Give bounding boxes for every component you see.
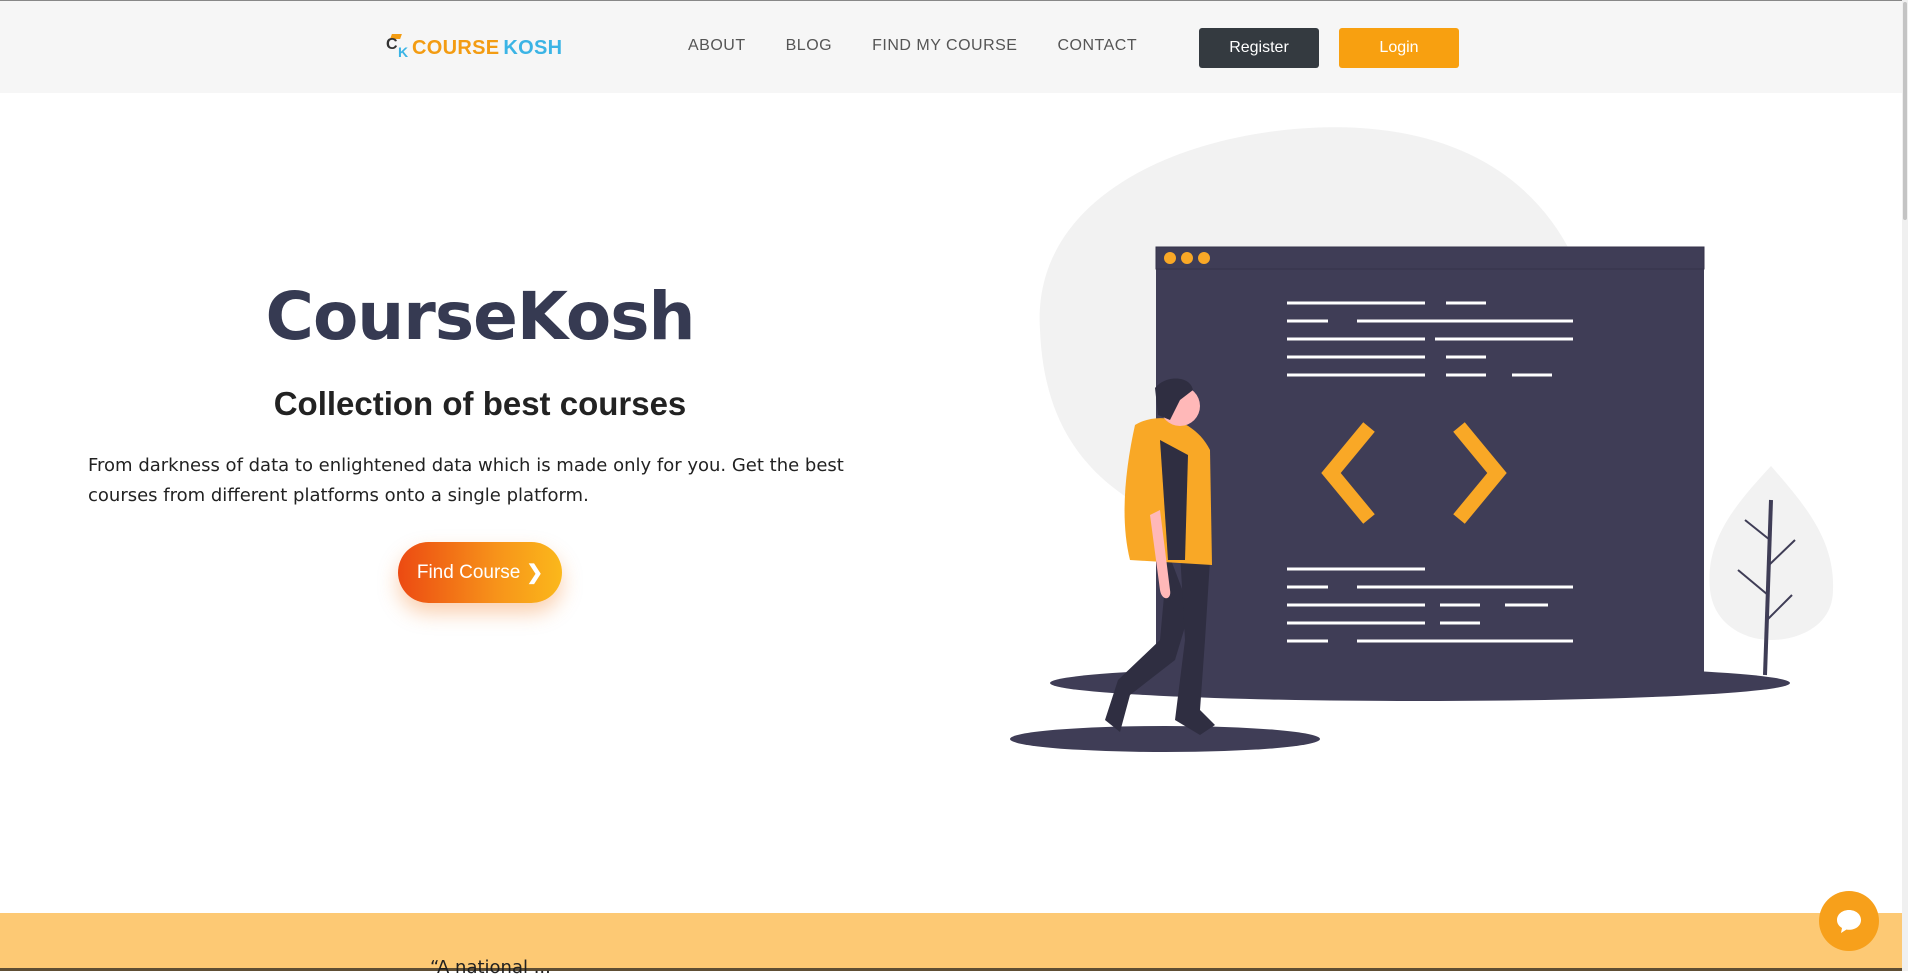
nav-about[interactable]: ABOUT (688, 37, 746, 55)
tree-shape (1709, 466, 1834, 676)
login-button[interactable]: Login (1339, 28, 1459, 68)
nav-find-my-course[interactable]: FIND MY COURSE (872, 37, 1017, 55)
nav-contact[interactable]: CONTACT (1057, 37, 1137, 55)
logo-mark-k: K (398, 44, 409, 60)
hero-description: From darkness of data to enlightened dat… (88, 455, 844, 506)
hero-illustration (1010, 127, 1834, 752)
quote-banner: “A national ... (0, 913, 1908, 978)
page-scrollbar-thumb[interactable] (1903, 2, 1907, 220)
logo-mark-icon: C K (386, 34, 412, 62)
logo-wordmark: COURSE KOSH (412, 37, 562, 60)
main-nav: ABOUT BLOG FIND MY COURSE CONTACT (688, 37, 1177, 55)
register-button[interactable]: Register (1199, 28, 1319, 68)
find-course-button[interactable]: Find Course ❯ (398, 542, 562, 603)
logo-word-course: COURSE (412, 36, 500, 59)
logo-word-kosh: KOSH (503, 36, 563, 59)
site-logo[interactable]: C K COURSE KOSH (386, 34, 562, 62)
find-course-label: Find Course (416, 561, 521, 583)
hero-subtitle: Collection of best courses (273, 385, 687, 422)
person-shadow-shape (1010, 726, 1320, 752)
chat-bubble-icon (1837, 910, 1861, 933)
site-header: C K COURSE KOSH ABOUT BLOG FIND MY COURSE… (0, 1, 1908, 93)
nav-blog[interactable]: BLOG (786, 37, 832, 55)
chevron-right-icon: ❯ (526, 562, 544, 584)
hero-title: CourseKosh (265, 278, 696, 355)
code-window-shape (1155, 246, 1705, 677)
logo-mark-c: C (386, 36, 398, 53)
chat-widget-button[interactable] (1819, 891, 1879, 951)
